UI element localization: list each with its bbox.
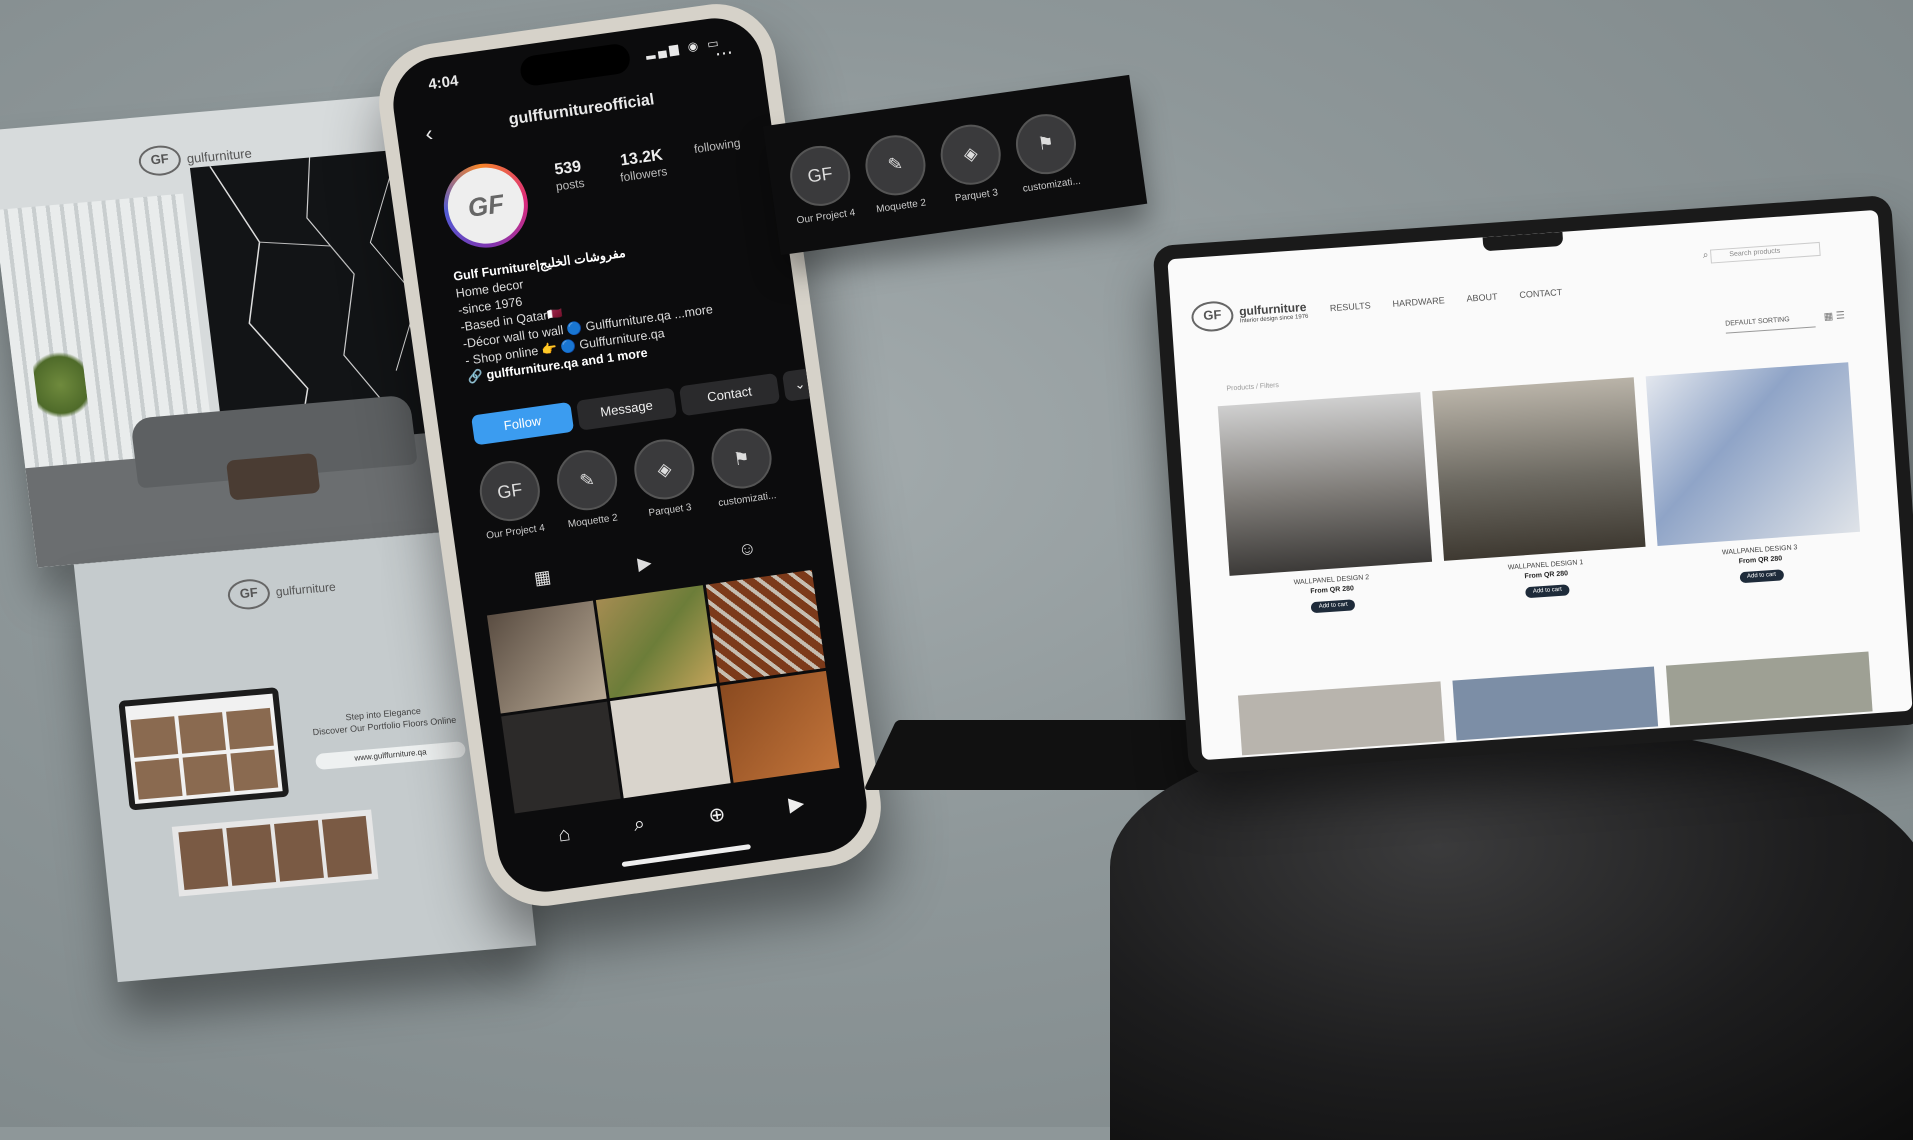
highlight-label: customizati... bbox=[717, 490, 778, 510]
dynamic-island bbox=[518, 42, 632, 88]
message-button[interactable]: Message bbox=[575, 387, 678, 431]
link-icon: 🔗 bbox=[466, 368, 488, 385]
highlight-label: Parquet 3 bbox=[954, 186, 999, 204]
highlight-cover-icon: ⚑ bbox=[707, 424, 776, 493]
nav-link[interactable]: RESULTS bbox=[1330, 300, 1371, 313]
breadcrumb: Products / Filters bbox=[1226, 381, 1280, 393]
gf-logo-icon: GF bbox=[1190, 300, 1235, 333]
post-thumbnail[interactable] bbox=[719, 670, 840, 783]
add-to-cart-button[interactable]: Add to cart bbox=[1525, 584, 1570, 599]
product-image[interactable] bbox=[1646, 362, 1861, 546]
highlight-item[interactable]: ⚑ customizati... bbox=[706, 424, 780, 509]
highlight-label: Parquet 3 bbox=[647, 501, 693, 519]
product-image[interactable] bbox=[1217, 392, 1432, 576]
camera-notch bbox=[1482, 231, 1564, 252]
highlight-item[interactable]: ✎ Moquette 2 bbox=[860, 130, 934, 216]
suggested-dropdown-button[interactable]: ⌄ bbox=[781, 367, 818, 402]
avatar-logo: GF bbox=[465, 187, 506, 223]
post-thumbnail[interactable] bbox=[596, 585, 717, 698]
highlight-item[interactable]: GF Our Project 4 bbox=[784, 141, 858, 226]
highlight-cover-icon: ◈ bbox=[630, 435, 699, 504]
product-card[interactable]: WALLPANEL DESIGN 3 From QR 280 Add to ca… bbox=[1646, 362, 1863, 589]
laptop: ⌕ Search products GF gulfurniture Interio… bbox=[1152, 194, 1913, 776]
highlight-cover-icon: ✎ bbox=[553, 446, 621, 515]
highlight-item[interactable]: ◈ Parquet 3 bbox=[628, 435, 702, 520]
highlight-cover-icon: ◈ bbox=[936, 120, 1005, 189]
post-thumbnail[interactable] bbox=[610, 685, 731, 799]
product-image[interactable] bbox=[1431, 377, 1646, 561]
following-label: following bbox=[693, 135, 742, 157]
profile-header: ‹ gulffurnitureofficial ⋯ bbox=[415, 42, 748, 150]
grid-tab-icon[interactable]: ▦ bbox=[533, 566, 553, 589]
following-stat[interactable]: following bbox=[693, 136, 741, 156]
search-icon[interactable]: ⌕ bbox=[632, 813, 647, 839]
highlight-cover-icon: ⚑ bbox=[1012, 109, 1080, 178]
highlight-item[interactable]: ✎ Moquette 2 bbox=[551, 446, 625, 531]
highlight-label: Our Project 4 bbox=[485, 522, 546, 542]
follow-button[interactable]: Follow bbox=[470, 401, 575, 446]
nav-link[interactable]: CONTACT bbox=[1519, 287, 1562, 300]
product-image[interactable] bbox=[1666, 651, 1873, 726]
nav-link[interactable]: HARDWARE bbox=[1392, 295, 1445, 309]
brand-name: gulfurniture bbox=[275, 579, 337, 599]
add-to-cart-button[interactable]: Add to cart bbox=[1310, 599, 1356, 614]
profile-avatar[interactable]: GF bbox=[438, 158, 534, 254]
create-post-icon[interactable]: ⊕ bbox=[707, 801, 727, 828]
gf-logo-icon: GF bbox=[226, 577, 272, 612]
coffee-table bbox=[225, 452, 321, 501]
gf-logo-icon: GF bbox=[137, 143, 183, 178]
product-image[interactable] bbox=[1452, 666, 1659, 741]
tagged-tab-icon[interactable]: ☺ bbox=[737, 537, 758, 560]
highlight-item[interactable]: ⚑ customizati... bbox=[1010, 109, 1084, 194]
posts-stat[interactable]: 539 posts bbox=[552, 158, 585, 194]
website-screen: ⌕ Search products GF gulfurniture Interio… bbox=[1167, 209, 1913, 761]
grid-view-icon[interactable]: ▦ ☰ bbox=[1823, 310, 1845, 322]
search-icon: ⌕ bbox=[1702, 249, 1709, 262]
product-card[interactable]: WALLPANEL DESIGN 1 From QR 280 Add to ca… bbox=[1431, 377, 1649, 604]
post-thumbnail[interactable] bbox=[486, 600, 607, 714]
plant bbox=[30, 343, 91, 427]
profile-bio: Gulf Furniture|مفروشات الخليج Home decor… bbox=[452, 227, 766, 387]
post-thumbnail[interactable] bbox=[501, 701, 622, 814]
highlight-label: Moquette 2 bbox=[567, 512, 619, 531]
add-to-cart-button[interactable]: Add to cart bbox=[1739, 569, 1784, 584]
posts-label: posts bbox=[554, 175, 586, 194]
highlight-cover-icon: ✎ bbox=[861, 130, 930, 199]
highlight-label: Our Project 4 bbox=[795, 206, 856, 227]
nav-link[interactable]: ABOUT bbox=[1466, 292, 1498, 304]
post-grid bbox=[486, 569, 840, 814]
flooring-samples bbox=[171, 809, 379, 897]
more-options-icon[interactable]: ⋯ bbox=[714, 42, 735, 65]
highlight-item[interactable]: GF Our Project 4 bbox=[474, 457, 548, 542]
product-card[interactable]: WALLPANEL DESIGN 2 From QR 280 Add to ca… bbox=[1217, 392, 1435, 619]
highlight-cover-icon: GF bbox=[786, 141, 855, 210]
site-logo[interactable]: GF gulfurniture Interior design since 197… bbox=[1190, 295, 1309, 333]
mini-laptop-illustration bbox=[118, 687, 290, 811]
status-icons: ▂▄▆ ◉ ▭ bbox=[644, 35, 723, 60]
url-bar: www.gulffurniture.qa bbox=[314, 741, 467, 771]
home-indicator bbox=[621, 844, 752, 868]
card-logo: GF gulfurniture bbox=[226, 572, 337, 612]
post-thumbnail[interactable] bbox=[705, 569, 826, 683]
profile-username: gulffurnitureofficial bbox=[507, 91, 656, 129]
reels-icon[interactable]: ▶ bbox=[787, 790, 806, 817]
highlight-label: customizati... bbox=[1022, 175, 1082, 195]
sort-select[interactable]: DEFAULT SORTING bbox=[1724, 314, 1816, 334]
rock-pedestal bbox=[1110, 720, 1913, 1140]
product-image[interactable] bbox=[1237, 681, 1445, 756]
highlight-label: Moquette 2 bbox=[875, 196, 927, 215]
reels-tab-icon[interactable]: ▶ bbox=[636, 552, 653, 575]
followers-stat[interactable]: 13.2K followers bbox=[617, 146, 668, 185]
highlight-item[interactable]: ◈ Parquet 3 bbox=[935, 120, 1009, 205]
highlight-cover-icon: GF bbox=[475, 457, 544, 525]
home-icon[interactable]: ⌂ bbox=[557, 823, 572, 849]
card-tagline: Step into Elegance Discover Our Portfoli… bbox=[311, 702, 457, 738]
contact-button[interactable]: Contact bbox=[678, 372, 781, 417]
status-time: 4:04 bbox=[427, 72, 460, 94]
product-grid: WALLPANEL DESIGN 2 From QR 280 Add to ca… bbox=[1217, 362, 1863, 619]
story-highlights: GF Our Project 4 ✎ Moquette 2 ◈ Parquet 3 ⚑… bbox=[474, 424, 780, 542]
